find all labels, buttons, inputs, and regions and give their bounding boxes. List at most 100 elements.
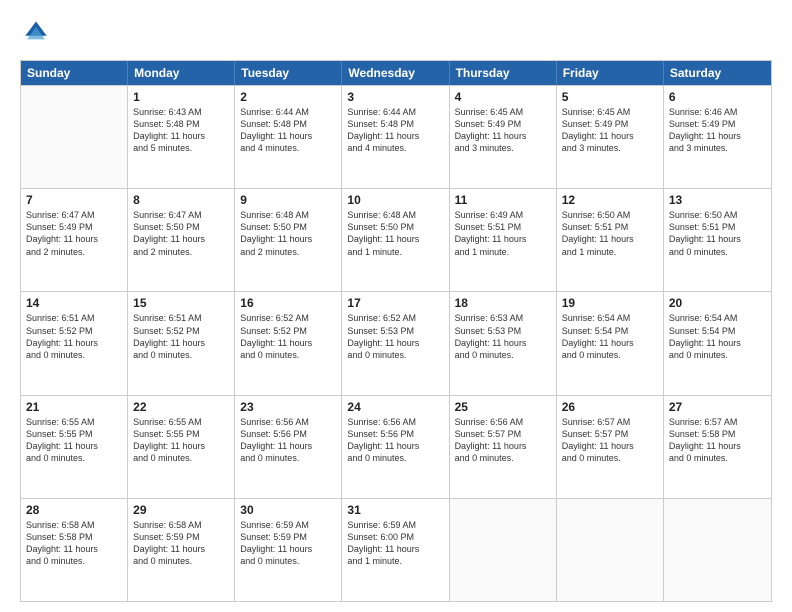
- day-number: 20: [669, 296, 766, 310]
- calendar-header-cell: Friday: [557, 61, 664, 85]
- calendar: SundayMondayTuesdayWednesdayThursdayFrid…: [20, 60, 772, 602]
- day-number: 2: [240, 90, 336, 104]
- day-number: 26: [562, 400, 658, 414]
- calendar-cell: 20 Sunrise: 6:54 AM Sunset: 5:54 PM Dayli…: [664, 292, 771, 394]
- calendar-cell: [557, 499, 664, 601]
- calendar-cell: 22 Sunrise: 6:55 AM Sunset: 5:55 PM Dayli…: [128, 396, 235, 498]
- day-info: Sunrise: 6:54 AM Sunset: 5:54 PM Dayligh…: [669, 312, 766, 361]
- calendar-header-cell: Sunday: [21, 61, 128, 85]
- calendar-cell: 3 Sunrise: 6:44 AM Sunset: 5:48 PM Daylig…: [342, 86, 449, 188]
- day-number: 7: [26, 193, 122, 207]
- calendar-cell: 23 Sunrise: 6:56 AM Sunset: 5:56 PM Dayli…: [235, 396, 342, 498]
- calendar-row: 1 Sunrise: 6:43 AM Sunset: 5:48 PM Daylig…: [21, 85, 771, 188]
- calendar-cell: 18Sunrise: 6:53 AM Sunset: 5:53 PM Dayli…: [450, 292, 557, 394]
- day-info: Sunrise: 6:56 AM Sunset: 5:56 PM Dayligh…: [347, 416, 443, 465]
- day-info: Sunrise: 6:56 AM Sunset: 5:56 PM Dayligh…: [240, 416, 336, 465]
- calendar-cell: 19 Sunrise: 6:54 AM Sunset: 5:54 PM Dayli…: [557, 292, 664, 394]
- day-number: 25: [455, 400, 551, 414]
- day-info: Sunrise: 6:47 AM Sunset: 5:49 PM Dayligh…: [26, 209, 122, 258]
- day-number: 31: [347, 503, 443, 517]
- day-number: 8: [133, 193, 229, 207]
- day-info: Sunrise: 6:45 AM Sunset: 5:49 PM Dayligh…: [455, 106, 551, 155]
- calendar-cell: 14 Sunrise: 6:51 AM Sunset: 5:52 PM Dayli…: [21, 292, 128, 394]
- calendar-cell: 16 Sunrise: 6:52 AM Sunset: 5:52 PM Dayli…: [235, 292, 342, 394]
- calendar-cell: 1 Sunrise: 6:43 AM Sunset: 5:48 PM Daylig…: [128, 86, 235, 188]
- day-info: Sunrise: 6:54 AM Sunset: 5:54 PM Dayligh…: [562, 312, 658, 361]
- calendar-body: 1 Sunrise: 6:43 AM Sunset: 5:48 PM Daylig…: [21, 85, 771, 601]
- day-number: 17: [347, 296, 443, 310]
- calendar-cell: 15Sunrise: 6:51 AM Sunset: 5:52 PM Dayli…: [128, 292, 235, 394]
- calendar-header-cell: Thursday: [450, 61, 557, 85]
- calendar-cell: [664, 499, 771, 601]
- calendar-cell: 6 Sunrise: 6:46 AM Sunset: 5:49 PM Daylig…: [664, 86, 771, 188]
- calendar-cell: 7 Sunrise: 6:47 AM Sunset: 5:49 PM Daylig…: [21, 189, 128, 291]
- day-info: Sunrise: 6:59 AM Sunset: 5:59 PM Dayligh…: [240, 519, 336, 568]
- calendar-cell: 2 Sunrise: 6:44 AM Sunset: 5:48 PM Daylig…: [235, 86, 342, 188]
- calendar-cell: 13 Sunrise: 6:50 AM Sunset: 5:51 PM Dayli…: [664, 189, 771, 291]
- calendar-header-cell: Wednesday: [342, 61, 449, 85]
- day-number: 4: [455, 90, 551, 104]
- day-info: Sunrise: 6:55 AM Sunset: 5:55 PM Dayligh…: [26, 416, 122, 465]
- calendar-cell: 11 Sunrise: 6:49 AM Sunset: 5:51 PM Dayli…: [450, 189, 557, 291]
- calendar-cell: 10Sunrise: 6:48 AM Sunset: 5:50 PM Dayli…: [342, 189, 449, 291]
- day-number: 12: [562, 193, 658, 207]
- day-number: 9: [240, 193, 336, 207]
- calendar-cell: 24 Sunrise: 6:56 AM Sunset: 5:56 PM Dayli…: [342, 396, 449, 498]
- day-info: Sunrise: 6:48 AM Sunset: 5:50 PM Dayligh…: [240, 209, 336, 258]
- day-info: Sunrise: 6:58 AM Sunset: 5:59 PM Dayligh…: [133, 519, 229, 568]
- logo-icon: [20, 18, 52, 50]
- day-info: Sunrise: 6:49 AM Sunset: 5:51 PM Dayligh…: [455, 209, 551, 258]
- day-number: 5: [562, 90, 658, 104]
- day-number: 23: [240, 400, 336, 414]
- day-number: 24: [347, 400, 443, 414]
- calendar-row: 21 Sunrise: 6:55 AM Sunset: 5:55 PM Dayli…: [21, 395, 771, 498]
- day-info: Sunrise: 6:44 AM Sunset: 5:48 PM Dayligh…: [240, 106, 336, 155]
- calendar-cell: 5 Sunrise: 6:45 AM Sunset: 5:49 PM Daylig…: [557, 86, 664, 188]
- day-info: Sunrise: 6:47 AM Sunset: 5:50 PM Dayligh…: [133, 209, 229, 258]
- day-number: 11: [455, 193, 551, 207]
- day-info: Sunrise: 6:43 AM Sunset: 5:48 PM Dayligh…: [133, 106, 229, 155]
- calendar-cell: 27Sunrise: 6:57 AM Sunset: 5:58 PM Dayli…: [664, 396, 771, 498]
- header: [20, 18, 772, 50]
- day-info: Sunrise: 6:46 AM Sunset: 5:49 PM Dayligh…: [669, 106, 766, 155]
- day-number: 22: [133, 400, 229, 414]
- calendar-header-cell: Tuesday: [235, 61, 342, 85]
- calendar-cell: 29Sunrise: 6:58 AM Sunset: 5:59 PM Dayli…: [128, 499, 235, 601]
- day-info: Sunrise: 6:50 AM Sunset: 5:51 PM Dayligh…: [669, 209, 766, 258]
- day-info: Sunrise: 6:55 AM Sunset: 5:55 PM Dayligh…: [133, 416, 229, 465]
- day-info: Sunrise: 6:45 AM Sunset: 5:49 PM Dayligh…: [562, 106, 658, 155]
- calendar-header: SundayMondayTuesdayWednesdayThursdayFrid…: [21, 61, 771, 85]
- calendar-cell: 4 Sunrise: 6:45 AM Sunset: 5:49 PM Daylig…: [450, 86, 557, 188]
- day-number: 15: [133, 296, 229, 310]
- day-number: 14: [26, 296, 122, 310]
- calendar-cell: 28Sunrise: 6:58 AM Sunset: 5:58 PM Dayli…: [21, 499, 128, 601]
- day-info: Sunrise: 6:56 AM Sunset: 5:57 PM Dayligh…: [455, 416, 551, 465]
- day-number: 21: [26, 400, 122, 414]
- day-number: 19: [562, 296, 658, 310]
- day-number: 10: [347, 193, 443, 207]
- calendar-cell: 12 Sunrise: 6:50 AM Sunset: 5:51 PM Dayli…: [557, 189, 664, 291]
- calendar-header-cell: Monday: [128, 61, 235, 85]
- day-info: Sunrise: 6:57 AM Sunset: 5:57 PM Dayligh…: [562, 416, 658, 465]
- day-info: Sunrise: 6:52 AM Sunset: 5:53 PM Dayligh…: [347, 312, 443, 361]
- calendar-cell: [450, 499, 557, 601]
- day-info: Sunrise: 6:50 AM Sunset: 5:51 PM Dayligh…: [562, 209, 658, 258]
- calendar-cell: 21 Sunrise: 6:55 AM Sunset: 5:55 PM Dayli…: [21, 396, 128, 498]
- day-info: Sunrise: 6:59 AM Sunset: 6:00 PM Dayligh…: [347, 519, 443, 568]
- day-info: Sunrise: 6:57 AM Sunset: 5:58 PM Dayligh…: [669, 416, 766, 465]
- day-number: 16: [240, 296, 336, 310]
- calendar-cell: 9 Sunrise: 6:48 AM Sunset: 5:50 PM Daylig…: [235, 189, 342, 291]
- day-number: 3: [347, 90, 443, 104]
- day-number: 6: [669, 90, 766, 104]
- calendar-cell: 30Sunrise: 6:59 AM Sunset: 5:59 PM Dayli…: [235, 499, 342, 601]
- logo: [20, 18, 56, 50]
- day-info: Sunrise: 6:52 AM Sunset: 5:52 PM Dayligh…: [240, 312, 336, 361]
- day-number: 1: [133, 90, 229, 104]
- calendar-row: 7 Sunrise: 6:47 AM Sunset: 5:49 PM Daylig…: [21, 188, 771, 291]
- day-info: Sunrise: 6:53 AM Sunset: 5:53 PM Dayligh…: [455, 312, 551, 361]
- page: SundayMondayTuesdayWednesdayThursdayFrid…: [0, 0, 792, 612]
- day-info: Sunrise: 6:51 AM Sunset: 5:52 PM Dayligh…: [26, 312, 122, 361]
- day-number: 13: [669, 193, 766, 207]
- day-info: Sunrise: 6:44 AM Sunset: 5:48 PM Dayligh…: [347, 106, 443, 155]
- day-number: 28: [26, 503, 122, 517]
